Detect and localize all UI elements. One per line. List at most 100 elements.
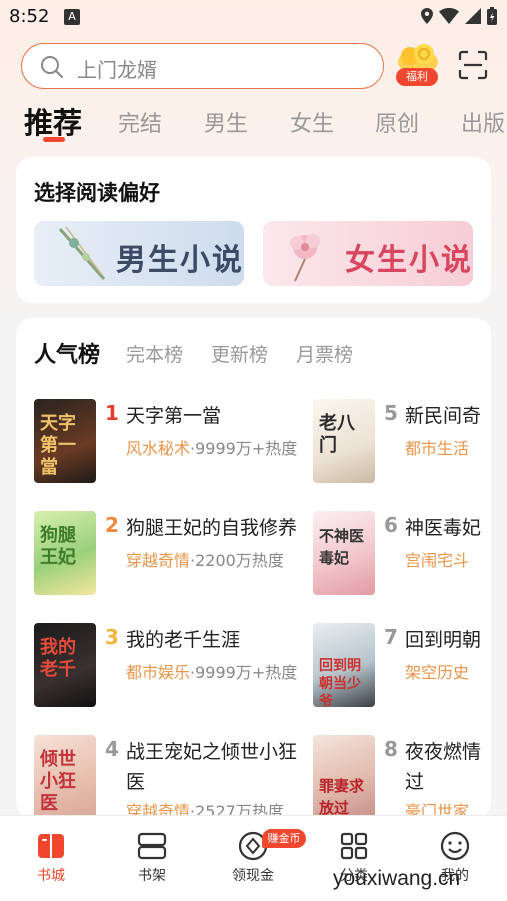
signal-icon [465,8,481,24]
welfare-button[interactable]: 福利 [394,44,442,88]
tab-female[interactable]: 女生 [290,106,334,138]
tab-published[interactable]: 出版 [461,106,505,138]
book-item[interactable]: 老八门 5 新民间奇 都市生活 [313,399,491,485]
book-cover: 倾世小狂医 [34,735,96,818]
book-meta: 都市生活 [405,435,469,459]
tab-male[interactable]: 男生 [204,106,248,138]
battery-icon [487,7,497,25]
book-cover: 狗腿王妃 [34,511,96,595]
flower-illustration [290,234,320,282]
earn-coins-badge: 赚金币 [262,829,306,848]
welfare-label: 福利 [396,68,438,86]
book-heat: ·9999万+热度 [190,439,298,458]
male-novel-label: 男生小说 [116,243,244,278]
book-genre: 都市娱乐 [126,663,191,682]
book-genre: 风水秘术 [126,439,191,458]
tab-original[interactable]: 原创 [375,106,419,138]
nav-label: 书城 [37,868,65,884]
cover-title: 回到明朝当少爷 [319,658,361,707]
nav-label: 书架 [138,868,166,884]
book-item[interactable]: 不神医毒妃 6 神医毒妃 宫闱宅斗 [313,511,491,597]
status-time: 8:52 [9,6,50,27]
rank-number: 1 [105,401,119,425]
book-title: 天字第一當 [126,405,222,427]
location-icon [421,8,433,24]
book-item[interactable]: 罪妻求放过 8 夜夜燃情过 豪门世家 [313,735,491,818]
search-icon [41,56,63,78]
tab-completed[interactable]: 完结 [118,106,162,138]
book-title: 狗腿王妃的自我修养 [126,517,298,539]
book-item[interactable]: 回到明朝当少爷 7 回到明朝 架空历史 [313,623,491,709]
rank-tab-popular[interactable]: 人气榜 [34,337,100,369]
book-open-icon [38,834,64,858]
cover-title: 罪妻求放过 [319,777,365,817]
rank-tab-monthly[interactable]: 月票榜 [296,340,353,367]
book-cover: 罪妻求放过 [313,735,375,818]
watermark: youxiwang.cn [333,867,461,890]
book-cover: 天字第一當 [34,399,96,483]
book-cover: 回到明朝当少爷 [313,623,375,707]
smiley-icon [440,831,470,861]
book-genre: 都市生活 [405,439,470,458]
active-tab-indicator [43,137,65,142]
cover-title: 我的老千 [40,637,76,680]
rank-number: 8 [384,737,398,761]
preference-title: 选择阅读偏好 [34,181,160,205]
book-cover: 老八门 [313,399,375,483]
book-item[interactable]: 狗腿王妃 2 狗腿王妃的自我修养 穿越奇情·2200万热度 [34,511,298,597]
book-item[interactable]: 我的老千 3 我的老千生涯 都市娱乐·9999万+热度 [34,623,297,709]
category-tabs: 推荐 完结 男生 女生 原创 出版 [0,100,507,148]
rank-number: 4 [105,737,119,761]
bookshelf-icon [137,832,167,860]
book-title: 战王宠妃之倾世小狂医 [126,741,298,793]
rank-number: 5 [384,401,398,425]
book-heat: ·9999万+热度 [190,663,298,682]
ranking-card: 人气榜 完本榜 更新榜 月票榜 天字第一當 1 天字第一當 风水秘术·9999万… [16,318,491,818]
nav-bookshelf[interactable]: 书架 [102,816,202,901]
system-icons [421,7,497,25]
female-novel-button[interactable]: 女生小说 [263,221,473,286]
notification-icon: A [64,9,80,25]
reading-preference-card: 选择阅读偏好 男生小说 女生小说 [16,157,491,303]
book-title: 回到明朝 [405,629,482,651]
cover-title: 天字第一當 [40,413,76,478]
book-title: 我的老千生涯 [126,629,241,651]
book-item[interactable]: 倾世小狂医 4 战王宠妃之倾世小狂医 穿越奇情·2527万热度 [34,735,297,818]
nav-label: 领现金 [232,868,274,884]
book-item[interactable]: 天字第一當 1 天字第一當 风水秘术·9999万+热度 [34,399,297,485]
book-cover: 我的老千 [34,623,96,707]
book-meta: 都市娱乐·9999万+热度 [126,659,297,683]
nav-bookstore[interactable]: 书城 [1,816,101,901]
tab-recommend[interactable]: 推荐 [24,100,82,142]
cover-title: 狗腿王妃 [40,525,76,568]
rank-tab-updated[interactable]: 更新榜 [211,340,268,367]
status-bar: 8:52 A [0,0,507,34]
book-title: 神医毒妃 [405,517,482,539]
male-novel-button[interactable]: 男生小说 [34,221,244,286]
search-placeholder: 上门龙婿 [77,58,157,82]
cover-title: 不神医毒妃 [319,527,365,567]
sword-illustration [58,226,106,280]
rank-number: 2 [105,513,119,537]
book-cover: 不神医毒妃 [313,511,375,595]
search-input[interactable]: 上门龙婿 [21,43,384,89]
rank-tab-completed[interactable]: 完本榜 [126,340,183,367]
book-meta: 架空历史 [405,659,469,683]
book-meta: 宫闱宅斗 [405,547,469,571]
female-novel-label: 女生小说 [345,243,473,278]
cover-title: 老八门 [319,413,355,456]
book-genre: 宫闱宅斗 [405,551,470,570]
book-title: 新民间奇 [405,405,482,427]
rank-number: 6 [384,513,398,537]
cover-title: 倾世小狂医 [40,749,76,814]
grid-icon [340,832,368,860]
book-heat: ·2200万热度 [190,551,284,570]
book-meta: 穿越奇情·2200万热度 [126,547,284,571]
wifi-icon [439,8,459,24]
scan-icon[interactable] [458,50,488,80]
book-title: 夜夜燃情过 [405,741,482,793]
book-meta: 风水秘术·9999万+热度 [126,435,297,459]
book-genre: 穿越奇情 [126,551,191,570]
rank-number: 3 [105,625,119,649]
rank-number: 7 [384,625,398,649]
